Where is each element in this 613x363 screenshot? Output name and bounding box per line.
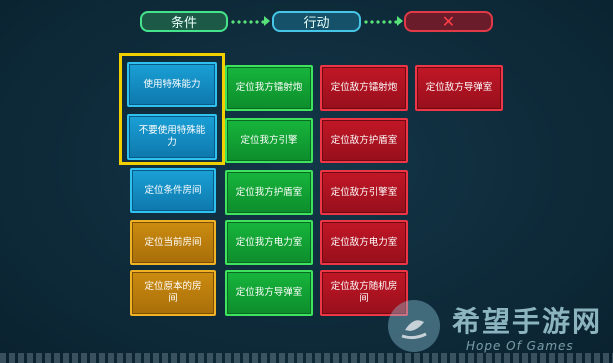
target-enemy-shield-room-button[interactable]: 定位敌方护盾室 [320,118,408,163]
tab-action[interactable]: 行动 [272,11,361,32]
selection-highlight [119,53,225,165]
connector-dots [230,20,264,24]
tab-condition[interactable]: 条件 [140,11,228,32]
watermark-subtitle: Hope Of Games [466,339,574,353]
target-current-room-button[interactable]: 定位当前房间 [130,220,216,265]
target-our-engine-button[interactable]: 定位我方引擎 [225,118,313,163]
target-our-missile-room-button[interactable]: 定位我方导弹室 [225,270,313,316]
target-original-room-button[interactable]: 定位原本的房间 [130,270,216,316]
target-our-shield-room-button[interactable]: 定位我方护盾室 [225,170,313,215]
close-button[interactable]: ✕ [404,11,493,32]
connector-dots [363,20,397,24]
target-enemy-missile-room-button[interactable]: 定位敌方导弹室 [415,65,503,111]
game-screen: 条件 行动 ✕ 使用特殊能力 不要使用特殊能力 定位条件房间 定位当前房间 定位… [0,0,613,363]
target-enemy-engine-room-button[interactable]: 定位敌方引擎室 [320,170,408,215]
target-condition-room-button[interactable]: 定位条件房间 [130,168,216,213]
connector-arrow-icon [264,16,270,26]
target-enemy-laser-button[interactable]: 定位敌方镭射炮 [320,65,408,111]
target-our-power-room-button[interactable]: 定位我方电力室 [225,220,313,265]
target-our-laser-button[interactable]: 定位我方镭射炮 [225,65,313,111]
watermark-title: 希望手游网 [452,305,603,338]
connector-arrow-icon [397,16,403,26]
watermark-logo-icon [388,300,440,352]
target-enemy-power-room-button[interactable]: 定位敌方电力室 [320,220,408,265]
blurred-caption [0,353,613,363]
